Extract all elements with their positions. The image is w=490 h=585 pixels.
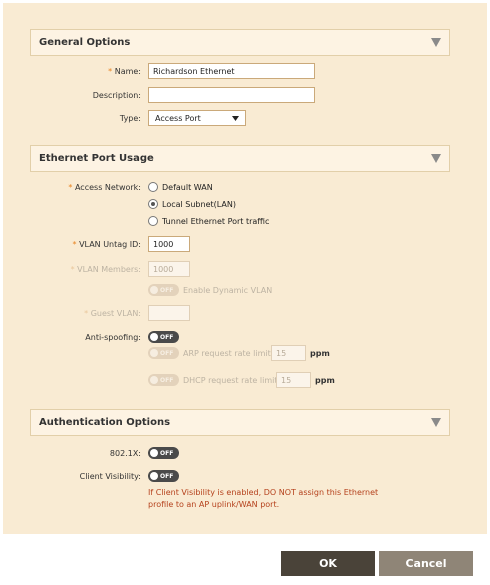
dot1x-toggle[interactable]: OFF xyxy=(148,447,179,459)
radio-label: Default WAN xyxy=(162,182,213,192)
radio-default-wan[interactable]: Default WAN xyxy=(148,182,213,192)
radio-local-subnet[interactable]: Local Subnet(LAN) xyxy=(148,199,236,209)
radio-label: Tunnel Ethernet Port traffic xyxy=(162,216,270,226)
guest-vlan-input xyxy=(148,305,190,321)
client-visibility-warning: If Client Visibility is enabled, DO NOT … xyxy=(148,488,379,509)
vlan-untag-label: * VLAN Untag ID: xyxy=(72,240,141,249)
type-select-value: Access Port xyxy=(155,113,201,123)
anti-spoofing-toggle[interactable]: OFF xyxy=(148,331,179,343)
dhcp-unit: ppm xyxy=(315,376,335,385)
arp-unit: ppm xyxy=(310,349,330,358)
vlan-members-input: 1000 xyxy=(148,261,190,277)
dhcp-rate-limit-toggle: OFF xyxy=(148,374,179,386)
client-visibility-toggle[interactable]: OFF xyxy=(148,470,179,482)
anti-spoofing-label: Anti-spoofing: xyxy=(85,333,141,342)
section-title: General Options xyxy=(39,37,131,48)
section-title: Authentication Options xyxy=(39,417,171,428)
collapse-triangle-icon xyxy=(431,38,441,47)
dhcp-rate-limit-label: DHCP request rate limit xyxy=(183,376,278,385)
section-title: Ethernet Port Usage xyxy=(39,153,154,164)
description-label: Description: xyxy=(92,91,141,100)
radio-button-selected[interactable] xyxy=(148,199,158,209)
dot1x-label: 802.1X: xyxy=(109,449,141,458)
guest-vlan-label: * Guest VLAN: xyxy=(84,309,141,318)
type-select[interactable]: Access Port xyxy=(148,110,246,126)
collapse-triangle-icon xyxy=(431,154,441,163)
section-general-options[interactable]: General Options xyxy=(30,29,450,56)
section-authentication-options[interactable]: Authentication Options xyxy=(30,409,450,436)
client-visibility-label: Client Visibility: xyxy=(79,472,141,481)
ok-button[interactable]: OK xyxy=(281,551,375,576)
vlan-untag-input[interactable]: 1000 xyxy=(148,236,190,252)
arp-rate-limit-toggle: OFF xyxy=(148,347,179,359)
dynamic-vlan-label: Enable Dynamic VLAN xyxy=(183,286,273,295)
dropdown-arrow-icon xyxy=(232,115,239,121)
collapse-triangle-icon xyxy=(431,418,441,427)
description-input[interactable] xyxy=(148,87,315,103)
radio-label: Local Subnet(LAN) xyxy=(162,199,236,209)
vlan-members-label: * VLAN Members: xyxy=(70,265,141,274)
section-ethernet-port-usage[interactable]: Ethernet Port Usage xyxy=(30,145,450,172)
radio-tunnel-ethernet[interactable]: Tunnel Ethernet Port traffic xyxy=(148,216,269,226)
name-input[interactable]: Richardson Ethernet xyxy=(148,63,315,79)
dynamic-vlan-toggle: OFF xyxy=(148,284,179,296)
arp-rate-limit-label: ARP request rate limit xyxy=(183,349,271,358)
radio-button[interactable] xyxy=(148,182,158,192)
cancel-button[interactable]: Cancel xyxy=(379,551,473,576)
access-network-label: * Access Network: xyxy=(68,183,141,192)
radio-button[interactable] xyxy=(148,216,158,226)
dhcp-rate-limit-input: 15 xyxy=(276,372,311,388)
name-label: * Name: xyxy=(108,67,141,76)
type-label: Type: xyxy=(119,114,141,123)
arp-rate-limit-input: 15 xyxy=(271,345,306,361)
